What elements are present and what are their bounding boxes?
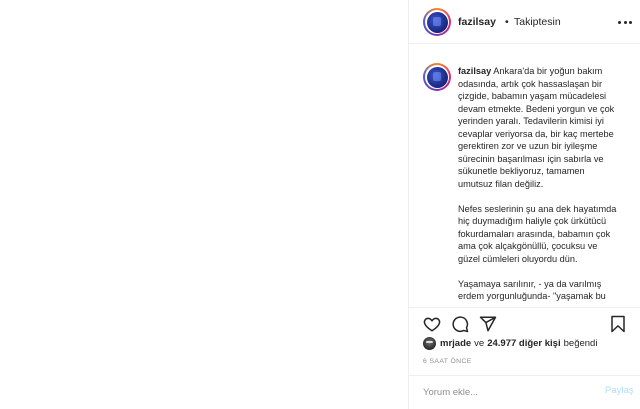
share-icon[interactable] [479,315,497,333]
post-comment-button[interactable]: Paylaş [605,385,634,396]
liker-username[interactable]: mrjade [440,338,471,349]
post-sidebar: fazilsay • Takiptesin fazilsay Ankara'da… [408,0,640,409]
comment-input[interactable] [423,384,583,400]
caption-paragraph: Yaşamaya sarılınır, - ya da varılmış erd… [458,278,606,302]
more-horizontal-icon[interactable] [618,15,632,29]
action-bar [409,307,640,337]
likes-summary: mrjade ve 24.977 diğer kişi beğendi [423,335,597,351]
heart-icon[interactable] [423,315,441,333]
caption-avatar[interactable] [423,63,451,91]
caption-paragraph: Nefes seslerinin şu ana dek hayatımda hi… [458,203,617,264]
header-separator: • [505,16,509,28]
likes-suffix: beğendi [563,337,598,349]
caption-paragraph: Ankara'da bir yoğun bakım odasında, artı… [458,66,615,189]
likes-connector: ve [474,337,485,349]
post-timestamp[interactable]: 6 SAAT ÖNCE [423,358,472,365]
likes-count-link[interactable]: 24.977 diğer kişi [487,338,560,349]
post-header: fazilsay • Takiptesin [409,0,640,44]
liker-avatar[interactable] [423,336,436,350]
caption-username[interactable]: fazilsay [458,66,491,76]
post-caption: fazilsay Ankara'da bir yoğun bakım odası… [458,65,633,307]
profile-avatar[interactable] [423,8,451,36]
follow-status-button[interactable]: Takiptesin [514,16,561,28]
post-media-area [0,0,408,409]
add-comment-bar: Paylaş [409,375,640,409]
comments-section[interactable]: fazilsay Ankara'da bir yoğun bakım odası… [409,45,640,307]
header-username[interactable]: fazilsay [458,16,496,28]
bookmark-icon[interactable] [609,315,627,333]
comment-icon[interactable] [451,315,469,333]
